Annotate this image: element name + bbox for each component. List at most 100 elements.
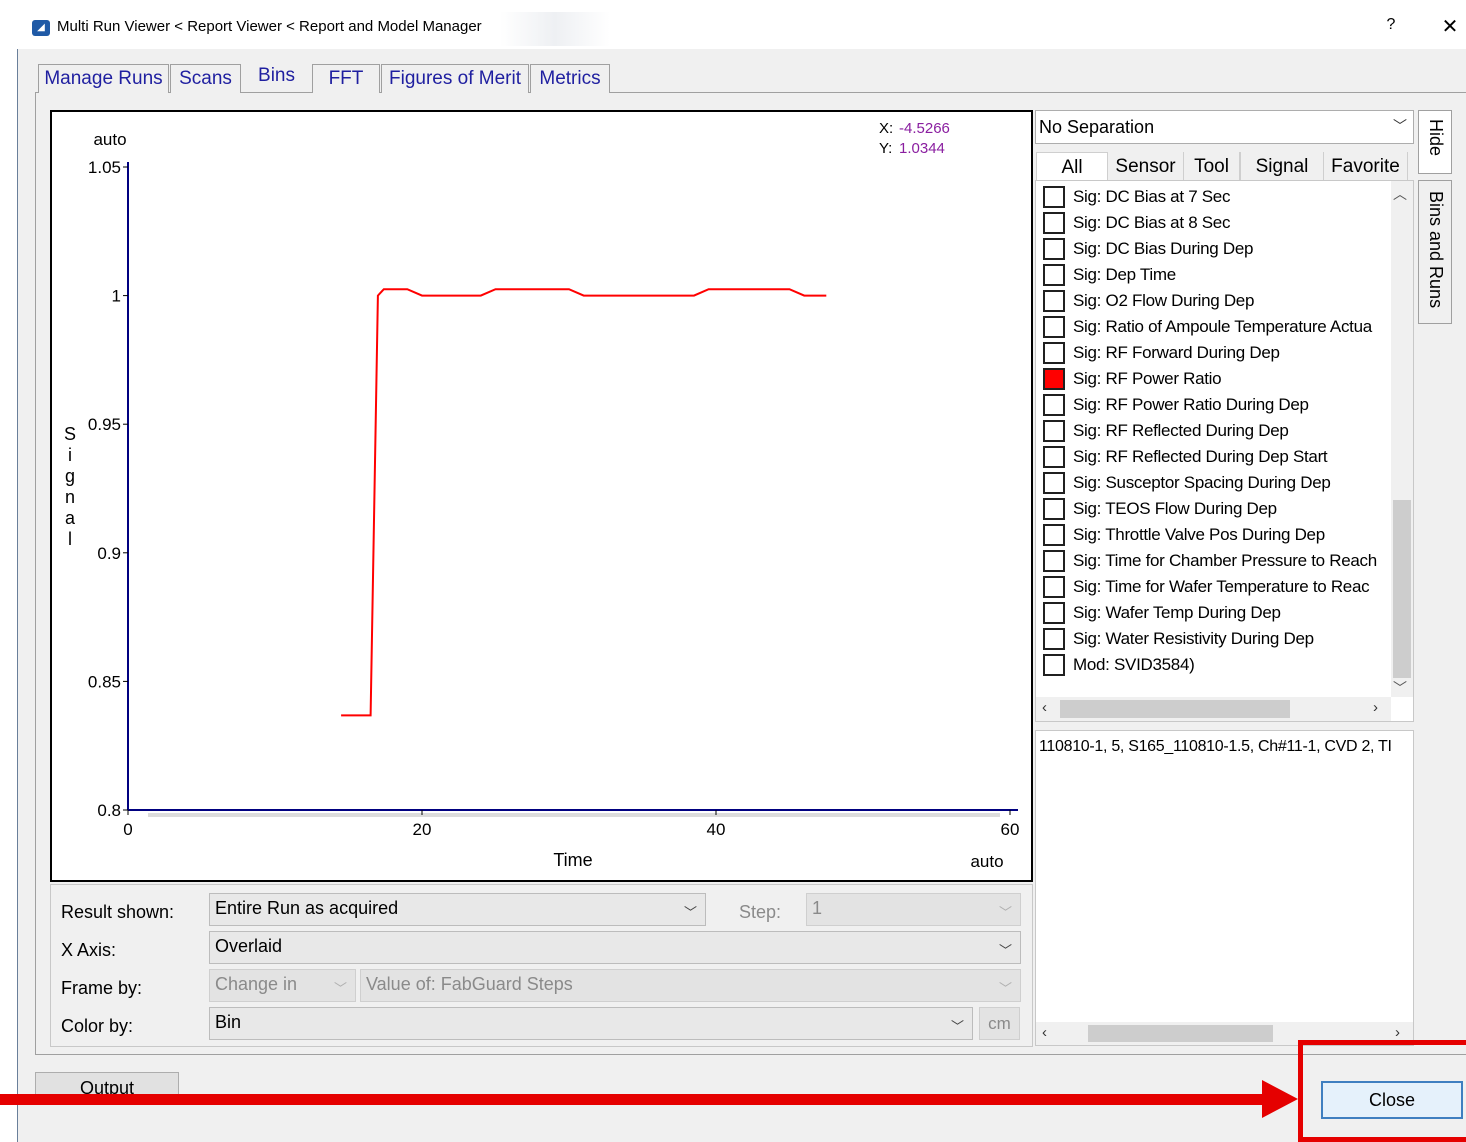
signal-label: Sig: O2 Flow During Dep bbox=[1073, 291, 1255, 310]
signal-checkbox[interactable] bbox=[1043, 628, 1065, 650]
x-scale-label[interactable]: auto bbox=[970, 852, 1003, 871]
signal-checkbox[interactable] bbox=[1043, 524, 1065, 546]
signal-checkbox[interactable] bbox=[1043, 368, 1065, 390]
signal-list-item[interactable]: Sig: DC Bias at 8 Sec bbox=[1043, 210, 1390, 234]
tab-scans[interactable]: Scans bbox=[170, 64, 241, 93]
signal-checkbox[interactable] bbox=[1043, 394, 1065, 416]
list-scroll-thumb[interactable] bbox=[1393, 500, 1411, 678]
scroll-down-icon[interactable]: ﹀ bbox=[1393, 678, 1407, 698]
filter-tab-all[interactable]: All bbox=[1036, 152, 1108, 182]
signal-list-item[interactable]: Sig: Time for Chamber Pressure to Reach bbox=[1043, 548, 1390, 572]
hide-label: Hide bbox=[1426, 119, 1446, 157]
tab-bins[interactable]: Bins bbox=[243, 62, 310, 91]
run-list-item[interactable]: 110810-1, 5, S165_110810-1.5, Ch#11-1, C… bbox=[1039, 738, 1411, 756]
signal-list-item[interactable]: Sig: Wafer Temp During Dep bbox=[1043, 600, 1390, 624]
signal-label: Sig: Susceptor Spacing During Dep bbox=[1073, 473, 1331, 492]
signal-checkbox[interactable] bbox=[1043, 446, 1065, 468]
signal-list-item[interactable]: Sig: DC Bias During Dep bbox=[1043, 236, 1390, 260]
scroll-up-icon[interactable]: ︿ bbox=[1393, 184, 1407, 204]
scroll-right-icon[interactable]: › bbox=[1395, 1024, 1400, 1041]
chevron-down-icon: ﹀ bbox=[998, 905, 1012, 920]
result-shown-label: Result shown: bbox=[61, 902, 175, 922]
list-hscroll-thumb[interactable] bbox=[1060, 700, 1290, 718]
tab-manage-runs[interactable]: Manage Runs bbox=[38, 64, 169, 93]
signal-checkbox[interactable] bbox=[1043, 550, 1065, 572]
signal-list-item[interactable]: Sig: Susceptor Spacing During Dep bbox=[1043, 470, 1390, 494]
signal-list-item[interactable]: Sig: Ratio of Ampoule Temperature Actua bbox=[1043, 314, 1390, 338]
signal-checkbox[interactable] bbox=[1043, 576, 1065, 598]
step-value: 1 bbox=[812, 898, 823, 918]
x-tick-label: 0 bbox=[123, 820, 132, 839]
y-axis-title-char: g bbox=[65, 466, 75, 486]
signal-checkbox[interactable] bbox=[1043, 472, 1065, 494]
signal-list-item[interactable]: Sig: RF Power Ratio bbox=[1043, 366, 1390, 390]
signal-label: Sig: RF Forward During Dep bbox=[1073, 343, 1280, 362]
signal-label: Sig: DC Bias at 7 Sec bbox=[1073, 187, 1231, 206]
title-redaction bbox=[500, 12, 610, 46]
signal-checkbox[interactable] bbox=[1043, 212, 1065, 234]
signal-checkbox[interactable] bbox=[1043, 602, 1065, 624]
help-button[interactable]: ? bbox=[1381, 16, 1401, 40]
y-tick-label: 1 bbox=[112, 287, 121, 306]
filter-tab-signal[interactable]: Signal bbox=[1240, 152, 1324, 182]
signal-label: Sig: Dep Time bbox=[1073, 265, 1176, 284]
cm-button[interactable]: cm bbox=[979, 1007, 1020, 1040]
separation-value: No Separation bbox=[1039, 117, 1155, 137]
chevron-down-icon: ﹀ bbox=[998, 981, 1012, 996]
signal-checkbox[interactable] bbox=[1043, 290, 1065, 312]
signal-chart[interactable]: 1.05 1 0.95 0.9 0.85 0.80 20 40 60 auto auto Tim… bbox=[52, 112, 1031, 880]
hide-side-tab[interactable]: Hide bbox=[1418, 110, 1452, 174]
frame-value-dropdown[interactable]: Value of: FabGuard Steps ﹀ bbox=[360, 969, 1021, 1002]
signal-checkbox[interactable] bbox=[1043, 316, 1065, 338]
signal-checkbox[interactable] bbox=[1043, 238, 1065, 260]
signal-list-item[interactable]: Sig: RF Reflected During Dep bbox=[1043, 418, 1390, 442]
signal-list-item[interactable]: Sig: DC Bias at 7 Sec bbox=[1043, 184, 1390, 208]
tab-figures-of-merit[interactable]: Figures of Merit bbox=[381, 64, 529, 93]
signal-checkbox[interactable] bbox=[1043, 654, 1065, 676]
signal-checkbox[interactable] bbox=[1043, 186, 1065, 208]
tab-fft[interactable]: FFT bbox=[312, 64, 380, 93]
signal-label: Sig: Ratio of Ampoule Temperature Actua bbox=[1073, 317, 1372, 336]
frame-value: Value of: FabGuard Steps bbox=[366, 974, 573, 994]
filter-tab-favorite[interactable]: Favorite bbox=[1324, 152, 1408, 182]
x-axis-scrollbar bbox=[148, 813, 1000, 817]
y-scale-label[interactable]: auto bbox=[93, 130, 126, 149]
scroll-left-icon[interactable]: ‹ bbox=[1042, 1024, 1047, 1041]
signal-list-item[interactable]: Sig: RF Reflected During Dep Start bbox=[1043, 444, 1390, 468]
signal-list-item[interactable]: Sig: O2 Flow During Dep bbox=[1043, 288, 1390, 312]
filter-tab-sensor[interactable]: Sensor bbox=[1108, 152, 1184, 182]
signal-list-item[interactable]: Sig: Dep Time bbox=[1043, 262, 1390, 286]
signal-list-item[interactable]: Mod: SVID3584) bbox=[1043, 652, 1390, 676]
cursor-x-label: X: bbox=[879, 120, 893, 137]
color-by-dropdown[interactable]: Bin ﹀ bbox=[209, 1007, 973, 1040]
tab-metrics[interactable]: Metrics bbox=[530, 64, 610, 93]
signal-checkbox[interactable] bbox=[1043, 498, 1065, 520]
signal-checkbox[interactable] bbox=[1043, 264, 1065, 286]
run-hscroll-thumb[interactable] bbox=[1088, 1025, 1273, 1042]
y-axis-title-char: i bbox=[68, 445, 72, 465]
frame-mode-dropdown[interactable]: Change in ﹀ bbox=[209, 969, 356, 1002]
scroll-right-icon[interactable]: › bbox=[1373, 699, 1378, 716]
signal-list-item[interactable]: Sig: Water Resistivity During Dep bbox=[1043, 626, 1390, 650]
y-axis-title-char: a bbox=[65, 508, 76, 528]
signal-list-item[interactable]: Sig: Time for Wafer Temperature to Reac bbox=[1043, 574, 1390, 598]
signal-label: Sig: DC Bias at 8 Sec bbox=[1073, 213, 1231, 232]
frame-by-label: Frame by: bbox=[61, 978, 143, 998]
x-axis-dropdown[interactable]: Overlaid ﹀ bbox=[209, 931, 1021, 964]
bins-and-runs-side-tab[interactable]: Bins and Runs bbox=[1418, 180, 1452, 324]
window-title: Multi Run Viewer < Report Viewer < Repor… bbox=[57, 18, 482, 35]
result-shown-dropdown[interactable]: Entire Run as acquired ﹀ bbox=[209, 893, 706, 926]
scroll-left-icon[interactable]: ‹ bbox=[1042, 699, 1047, 716]
step-dropdown[interactable]: 1 ﹀ bbox=[806, 893, 1021, 926]
signal-checkbox[interactable] bbox=[1043, 342, 1065, 364]
signal-list-item[interactable]: Sig: TEOS Flow During Dep bbox=[1043, 496, 1390, 520]
signal-list-item[interactable]: Sig: RF Forward During Dep bbox=[1043, 340, 1390, 364]
x-axis-title: Time bbox=[553, 850, 592, 870]
run-list bbox=[1035, 730, 1414, 1046]
filter-tab-tool[interactable]: Tool bbox=[1184, 152, 1240, 182]
signal-list-item[interactable]: Sig: RF Power Ratio During Dep bbox=[1043, 392, 1390, 416]
signal-list-item[interactable]: Sig: Throttle Valve Pos During Dep bbox=[1043, 522, 1390, 546]
window-close-button[interactable]: ✕ bbox=[1438, 14, 1462, 40]
x-tick-label: 20 bbox=[413, 820, 432, 839]
signal-checkbox[interactable] bbox=[1043, 420, 1065, 442]
